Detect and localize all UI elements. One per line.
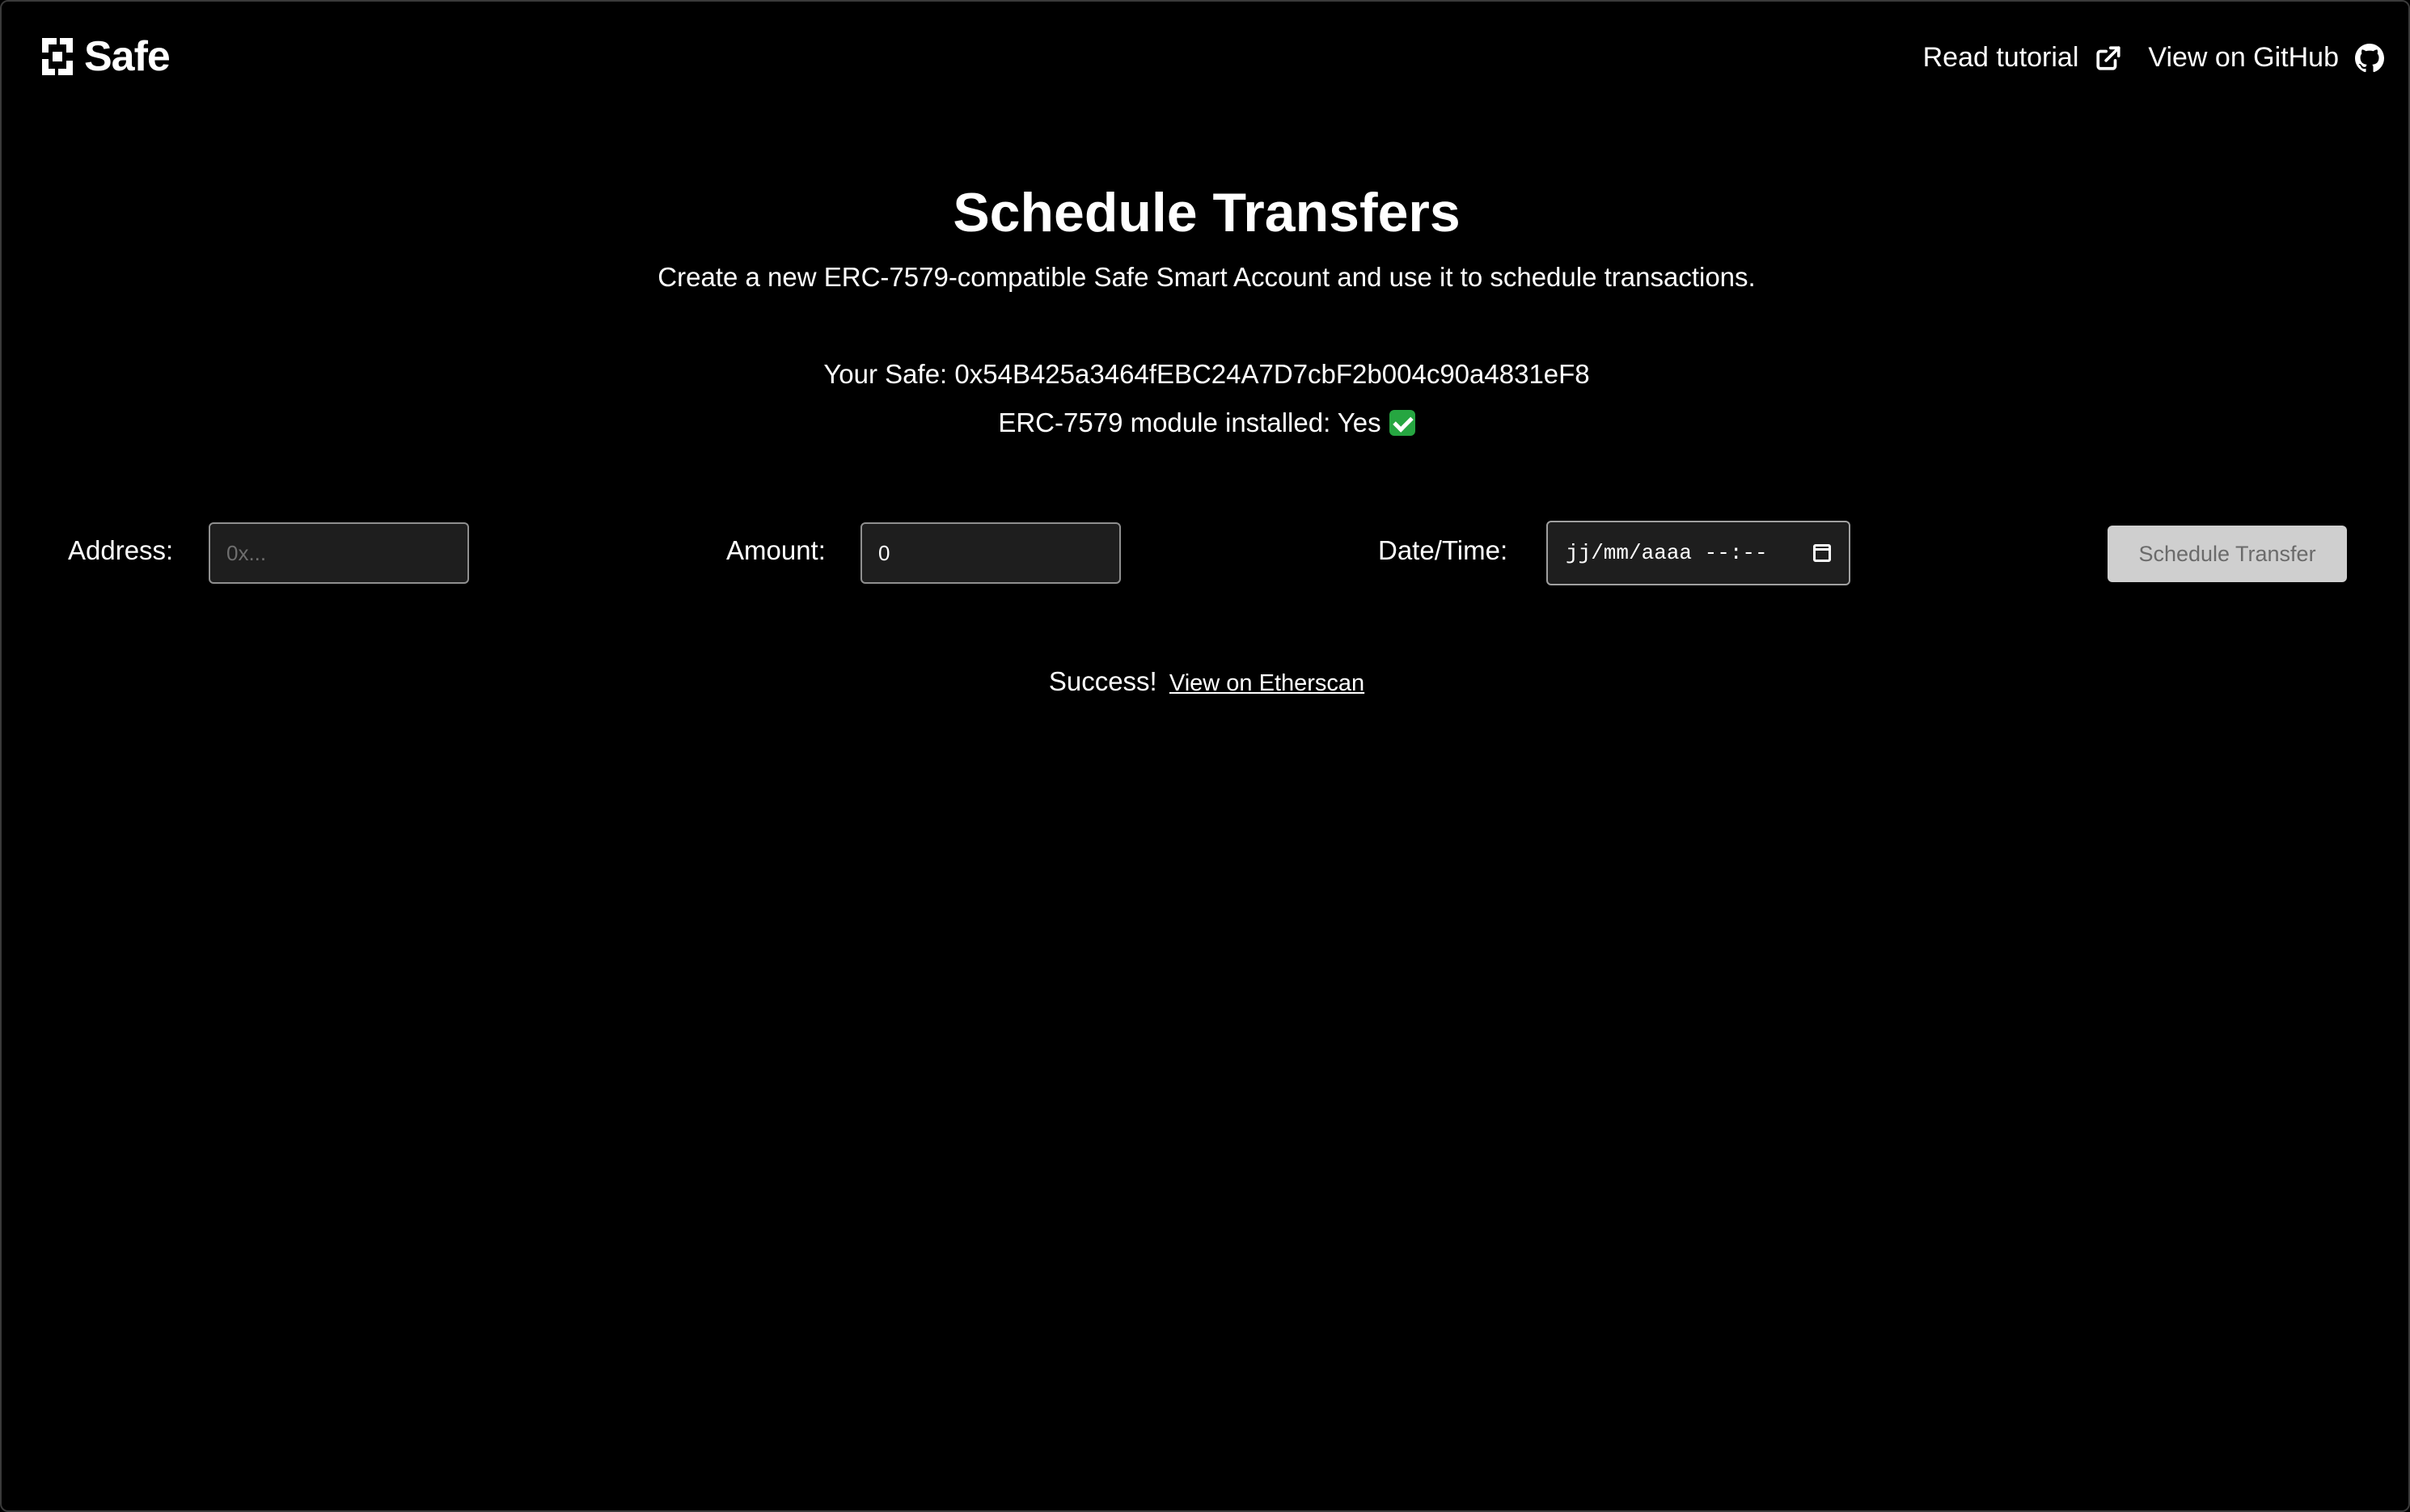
- view-on-etherscan-link[interactable]: View on Etherscan: [1169, 670, 1364, 696]
- read-tutorial-label: Read tutorial: [1922, 42, 2079, 73]
- datetime-input[interactable]: jj/mm/aaaa --:--: [1546, 521, 1850, 585]
- github-icon: [2355, 43, 2384, 72]
- safe-logo-icon: [42, 38, 73, 75]
- address-field[interactable]: [209, 522, 469, 584]
- address-label: Address:: [68, 535, 174, 565]
- address-input[interactable]: [226, 540, 467, 566]
- check-mark-icon: [1389, 410, 1415, 436]
- success-message: Success! View on Etherscan: [2, 666, 2410, 697]
- header-nav: Read tutorial View on GitHub: [1923, 42, 2384, 74]
- amount-input[interactable]: [878, 540, 1119, 566]
- page-subtitle: Create a new ERC-7579-compatible Safe Sm…: [657, 262, 1756, 292]
- logo-text: Safe: [84, 33, 171, 80]
- amount-field[interactable]: [860, 522, 1121, 584]
- top-bar: Safe Read tutorial View on GitHub: [2, 2, 2410, 123]
- external-link-icon: [2096, 45, 2120, 70]
- app-window: Safe Read tutorial View on GitHub Schedu…: [0, 0, 2410, 1512]
- datetime-label: Date/Time:: [1378, 535, 1508, 565]
- safe-logo[interactable]: Safe: [37, 32, 171, 81]
- module-status-label: ERC-7579 module installed: Yes: [998, 408, 1381, 437]
- module-status: ERC-7579 module installed: Yes: [2, 408, 2410, 438]
- view-on-github-label: View on GitHub: [2148, 42, 2339, 73]
- page-title: Schedule Transfers: [953, 182, 1461, 243]
- safe-address-text: Your Safe: 0x54B425a3464fEBC24A7D7cbF2b0…: [823, 359, 1590, 389]
- amount-label: Amount:: [726, 535, 826, 565]
- calendar-icon[interactable]: [1813, 544, 1831, 562]
- success-text: Success!: [1048, 666, 1157, 696]
- view-on-github-link[interactable]: View on GitHub: [2148, 42, 2384, 74]
- read-tutorial-link[interactable]: Read tutorial: [1923, 42, 2123, 74]
- datetime-placeholder: jj/mm/aaaa --:--: [1566, 541, 1768, 565]
- schedule-transfer-button[interactable]: Schedule Transfer: [2108, 526, 2347, 582]
